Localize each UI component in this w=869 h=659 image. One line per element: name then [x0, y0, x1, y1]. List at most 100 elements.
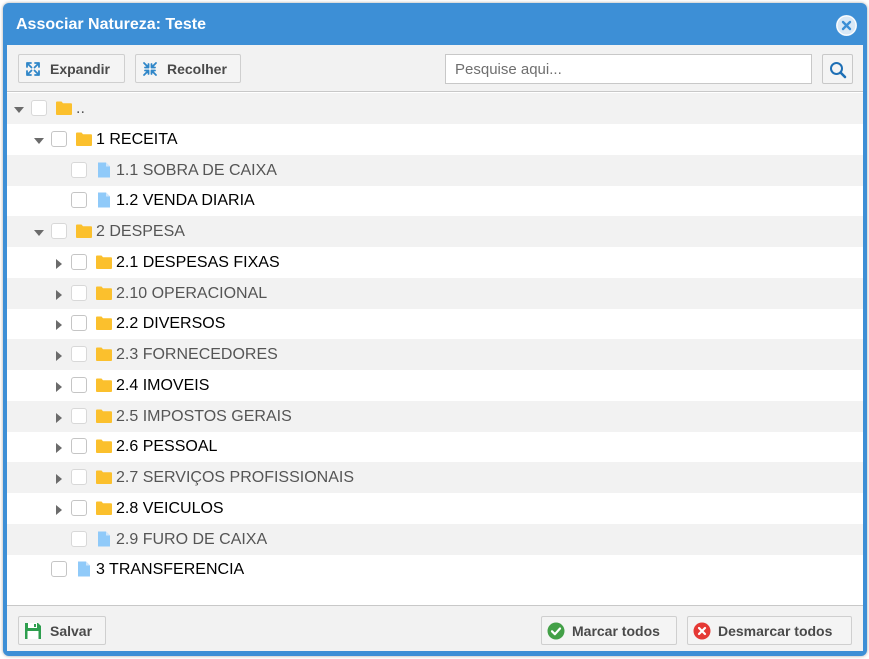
check-all-button-label: Marcar todos [572, 623, 660, 639]
tree-node-label[interactable]: 3 TRANSFERENCIA [96, 561, 244, 579]
tree-row[interactable]: 2 DESPESA [7, 216, 863, 247]
search-button[interactable] [822, 54, 853, 84]
tree-node-label[interactable]: 2.9 FURO DE CAIXA [116, 531, 267, 549]
tree-row[interactable]: 2.3 FORNECEDORES [7, 339, 863, 370]
collapse-arrow-icon[interactable] [33, 134, 45, 146]
uncheck-all-button[interactable]: Desmarcar todos [687, 616, 852, 645]
search-input[interactable] [445, 54, 812, 84]
tree-row[interactable]: 2.7 SERVIÇOS PROFISSIONAIS [7, 462, 863, 493]
collapse-arrows-icon [143, 62, 157, 76]
tree-node-label[interactable]: 2.10 OPERACIONAL [116, 285, 267, 303]
tree-node-label[interactable]: 2.8 VEICULOS [116, 500, 224, 518]
tree-node-label[interactable]: 2.1 DESPESAS FIXAS [116, 254, 280, 272]
tree-node-label[interactable]: 2.3 FORNECEDORES [116, 346, 278, 364]
tree-row[interactable]: 2.6 PESSOAL [7, 431, 863, 462]
tree-node-label[interactable]: 2.7 SERVIÇOS PROFISSIONAIS [116, 469, 354, 487]
tree-row[interactable]: 1.2 VENDA DIARIA [7, 185, 863, 216]
tree-node-label[interactable]: 2.5 IMPOSTOS GERAIS [116, 408, 292, 426]
tree-checkbox[interactable] [71, 162, 87, 178]
tree-node-label[interactable]: .. [76, 100, 85, 118]
tree-row[interactable]: 2.5 IMPOSTOS GERAIS [7, 401, 863, 432]
tree-checkbox[interactable] [51, 223, 67, 239]
file-icon [98, 192, 110, 208]
file-icon [98, 162, 110, 178]
tree-row[interactable]: 1.1 SOBRA DE CAIXA [7, 155, 863, 186]
folder-icon [96, 378, 112, 392]
check-all-button[interactable]: Marcar todos [541, 616, 677, 645]
expand-arrow-icon[interactable] [53, 288, 65, 300]
expand-button-label: Expandir [50, 61, 110, 77]
expand-button[interactable]: Expandir [18, 54, 125, 83]
folder-icon [96, 286, 112, 300]
folder-icon [96, 409, 112, 423]
dialog-body: Expandir Recolher Pesquise aqui... .. 1 … [7, 45, 863, 651]
collapse-button[interactable]: Recolher [135, 54, 241, 83]
tree-node-label[interactable]: 2 DESPESA [96, 223, 185, 241]
tree-checkbox[interactable] [71, 438, 87, 454]
tree-node-label[interactable]: 2.4 IMOVEIS [116, 377, 209, 395]
tree-row[interactable]: 3 TRANSFERENCIA [7, 554, 863, 585]
folder-icon [96, 347, 112, 361]
close-button[interactable] [836, 15, 857, 36]
expand-arrow-icon[interactable] [53, 380, 65, 392]
expand-arrow-icon[interactable] [53, 472, 65, 484]
tree-checkbox[interactable] [71, 377, 87, 393]
tree-node-label[interactable]: 1.1 SOBRA DE CAIXA [116, 162, 277, 180]
collapse-button-label: Recolher [167, 61, 227, 77]
folder-icon [96, 470, 112, 484]
expand-arrow-icon[interactable] [53, 441, 65, 453]
tree-row[interactable]: 1 RECEITA [7, 124, 863, 155]
tree-checkbox[interactable] [31, 100, 47, 116]
footer-bar: Salvar Marcar todos Desmarcar todos [7, 605, 863, 651]
toolbar: Expandir Recolher [7, 45, 863, 92]
tree-checkbox[interactable] [71, 285, 87, 301]
tree-checkbox[interactable] [51, 561, 67, 577]
folder-icon [96, 316, 112, 330]
tree-checkbox[interactable] [71, 408, 87, 424]
expand-arrow-icon[interactable] [53, 257, 65, 269]
dialog-window: Associar Natureza: Teste Expandir Recolh… [3, 3, 867, 656]
expand-arrow-icon[interactable] [53, 349, 65, 361]
file-icon [78, 561, 90, 577]
expand-arrow-icon[interactable] [53, 411, 65, 423]
tree-checkbox[interactable] [71, 500, 87, 516]
folder-icon [96, 255, 112, 269]
expand-arrow-icon[interactable] [53, 318, 65, 330]
tree-row[interactable]: 2.9 FURO DE CAIXA [7, 524, 863, 555]
tree-checkbox[interactable] [71, 531, 87, 547]
tree-row[interactable]: 2.1 DESPESAS FIXAS [7, 247, 863, 278]
folder-icon [76, 224, 92, 238]
tree-checkbox[interactable] [71, 254, 87, 270]
expand-arrows-icon [26, 62, 40, 76]
expand-arrow-icon[interactable] [53, 503, 65, 515]
tree-node-label[interactable]: 2.6 PESSOAL [116, 438, 217, 456]
tree-node-label[interactable]: 2.2 DIVERSOS [116, 315, 225, 333]
tree-row[interactable]: 2.10 OPERACIONAL [7, 278, 863, 309]
save-button[interactable]: Salvar [18, 616, 106, 645]
folder-icon [96, 501, 112, 515]
uncheck-all-button-label: Desmarcar todos [718, 623, 833, 639]
tree-checkbox[interactable] [71, 315, 87, 331]
tree-checkbox[interactable] [51, 131, 67, 147]
tree-row[interactable]: 2.8 VEICULOS [7, 493, 863, 524]
tree-checkbox[interactable] [71, 192, 87, 208]
tree-row[interactable]: 2.2 DIVERSOS [7, 308, 863, 339]
tree-checkbox[interactable] [71, 346, 87, 362]
search-icon [830, 62, 847, 79]
tree-view: .. 1 RECEITA 1.1 SOBRA DE CAIXA 1.2 VENDA D… [7, 93, 863, 605]
tree-node-label[interactable]: 1 RECEITA [96, 131, 178, 149]
tree-row[interactable]: 2.4 IMOVEIS [7, 370, 863, 401]
tree-row[interactable]: .. [7, 93, 863, 124]
folder-icon [96, 439, 112, 453]
x-circle-icon [693, 622, 711, 640]
collapse-arrow-icon[interactable] [13, 103, 25, 115]
tree-node-label[interactable]: 1.2 VENDA DIARIA [116, 192, 255, 210]
save-button-label: Salvar [50, 623, 93, 639]
tree-checkbox[interactable] [71, 469, 87, 485]
collapse-arrow-icon[interactable] [33, 226, 45, 238]
close-icon [836, 15, 857, 36]
file-icon [98, 531, 110, 547]
